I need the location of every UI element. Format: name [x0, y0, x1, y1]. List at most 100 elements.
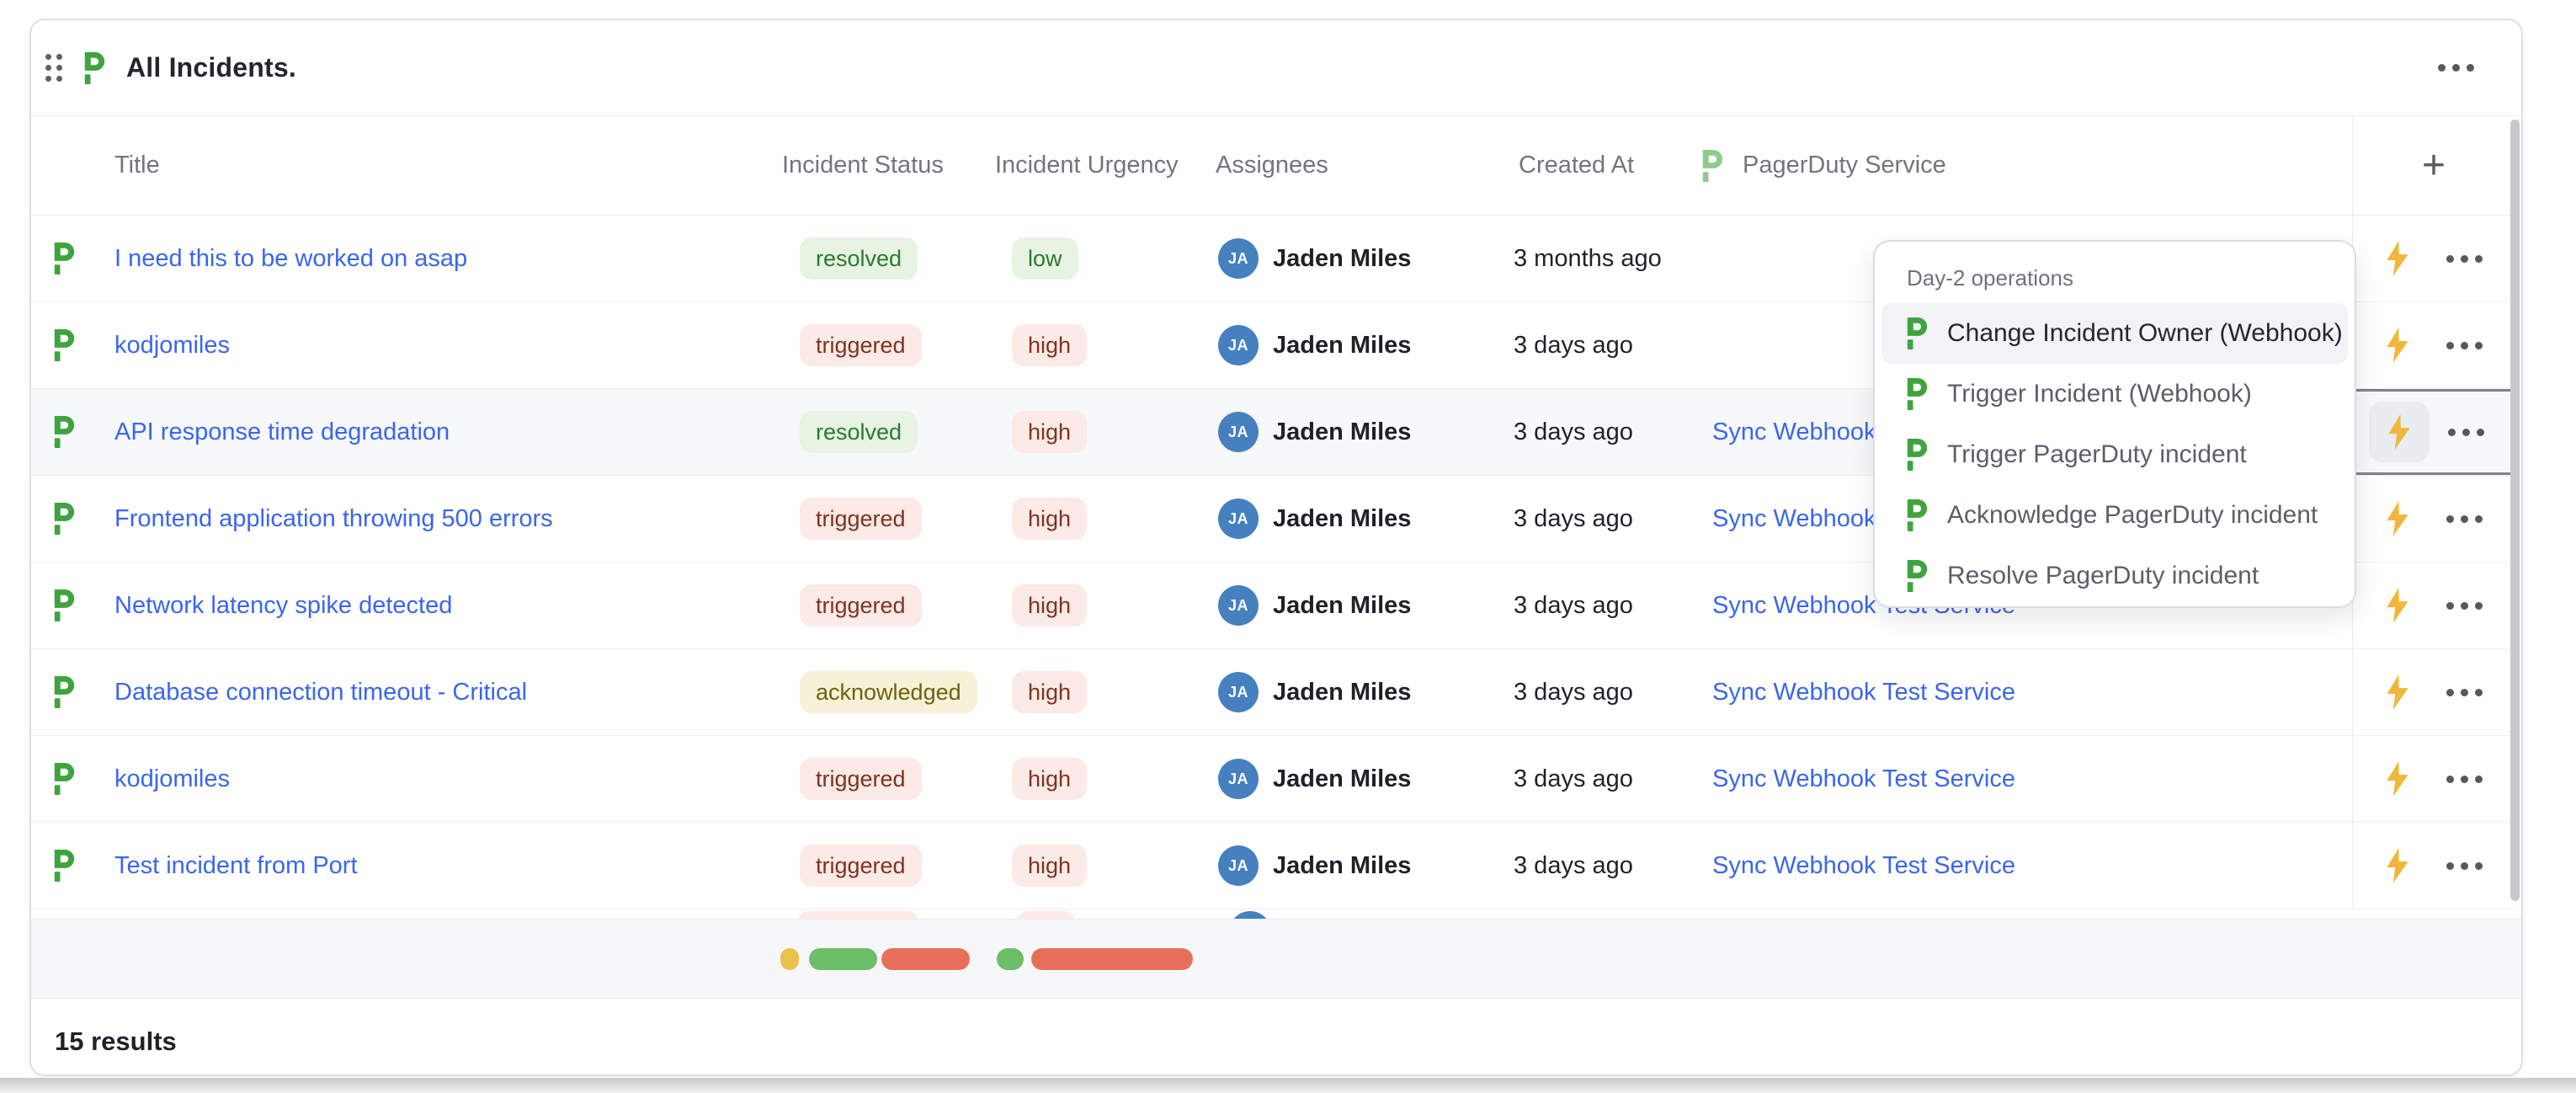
incident-title-link[interactable]: Network latency spike detected	[114, 592, 452, 619]
avatar: JA	[1218, 759, 1259, 799]
avatar: JA	[1218, 845, 1259, 886]
pagerduty-icon	[1903, 317, 1929, 349]
created-at: 3 days ago	[1509, 505, 1694, 533]
loading-pill	[1031, 948, 1193, 970]
column-header-incident-status[interactable]: Incident Status	[780, 152, 995, 179]
column-header-created-at[interactable]: Created At	[1509, 152, 1694, 179]
menu-item-resolve-pagerduty-incident[interactable]: Resolve PagerDuty incident	[1881, 546, 2348, 606]
row-menu-button[interactable]	[2446, 776, 2483, 783]
pagerduty-icon	[51, 850, 76, 882]
table-row[interactable]: Test incident from Port triggered high J…	[31, 823, 2515, 909]
table-row[interactable]: Database connection timeout - Critical a…	[31, 649, 2515, 736]
incident-urgency-badge: high	[1012, 324, 1087, 366]
row-menu-button[interactable]	[2446, 515, 2483, 523]
pagerduty-icon	[1699, 150, 1724, 182]
menu-section-label: Day-2 operations	[1907, 265, 2348, 291]
pagerduty-service-link[interactable]: Sync Webhook Test Service	[1712, 679, 2015, 706]
row-menu-button[interactable]	[2446, 862, 2483, 870]
run-action-button[interactable]	[2367, 315, 2428, 376]
menu-item-trigger-incident-webhook[interactable]: Trigger Incident (Webhook)	[1881, 364, 2348, 424]
assignee-name: Jaden Miles	[1273, 419, 1411, 446]
pagerduty-service-link[interactable]: Sync Webhook Test Service	[1712, 765, 2015, 792]
incident-title-link[interactable]: Frontend application throwing 500 errors	[114, 505, 553, 532]
incident-urgency-badge: high	[1012, 498, 1087, 540]
incident-urgency-badge: low	[1012, 237, 1078, 280]
run-action-button[interactable]	[2367, 228, 2428, 289]
incident-status-badge: triggered	[800, 324, 922, 366]
menu-item-change-incident-owner[interactable]: Change Incident Owner (Webhook)	[1881, 303, 2348, 364]
pagerduty-icon	[1903, 439, 1929, 471]
created-at: 3 days ago	[1509, 679, 1694, 706]
pagerduty-service-link[interactable]: Sync Webhook Test Service	[1712, 852, 2015, 879]
incident-title-link[interactable]: kodjomiles	[114, 765, 230, 792]
widget-title: All Incidents.	[126, 52, 296, 83]
row-menu-button[interactable]	[2446, 342, 2483, 349]
assignee-name: Jaden Miles	[1273, 332, 1411, 360]
incident-status-badge: triggered	[800, 758, 922, 800]
widget-footer: 15 results	[31, 998, 2521, 1076]
pagerduty-icon	[51, 243, 76, 275]
pagerduty-icon	[51, 329, 76, 361]
incident-title-link[interactable]: Database connection timeout - Critical	[114, 679, 527, 706]
drag-handle-icon[interactable]	[45, 54, 62, 82]
run-action-button[interactable]	[2369, 402, 2430, 462]
column-header-assignees[interactable]: Assignees	[1214, 152, 1509, 179]
avatar: JA	[1218, 238, 1259, 279]
incident-urgency-badge: high	[1012, 411, 1087, 453]
column-header-incident-urgency[interactable]: Incident Urgency	[995, 152, 1214, 179]
pagerduty-icon	[1903, 560, 1929, 592]
table-row[interactable]: kodjomiles triggered high JA Jaden Miles…	[31, 736, 2515, 823]
run-action-button[interactable]	[2367, 575, 2428, 636]
assignee-name: Jaden Miles	[1273, 765, 1411, 793]
vertical-scrollbar[interactable]	[2510, 120, 2520, 901]
incident-status-badge: triggered	[800, 584, 922, 626]
avatar: JA	[1218, 672, 1259, 712]
pagerduty-icon	[51, 763, 76, 795]
all-incidents-widget: All Incidents. Title Incident Status Inc…	[29, 19, 2523, 1076]
column-header-pagerduty-service[interactable]: PagerDuty Service	[1694, 150, 2352, 182]
row-menu-button[interactable]	[2448, 429, 2484, 436]
run-action-button[interactable]	[2367, 662, 2428, 722]
pagerduty-icon	[51, 589, 76, 621]
widget-menu-button[interactable]	[2430, 56, 2483, 80]
avatar: JA	[1218, 499, 1259, 539]
avatar: JA	[1218, 585, 1259, 626]
incident-urgency-badge: high	[1012, 758, 1087, 800]
add-column-cell: +	[2352, 116, 2515, 215]
row-menu-button[interactable]	[2446, 689, 2483, 696]
page-bottom-shadow	[0, 1078, 2576, 1093]
loading-pill	[881, 948, 970, 970]
loading-skeleton-row	[31, 919, 2521, 998]
column-header-title[interactable]: Title	[94, 152, 780, 179]
incident-urgency-badge	[1016, 911, 1075, 919]
pagerduty-icon	[51, 676, 76, 708]
assignee-name: Jaden Miles	[1273, 245, 1411, 273]
incident-status-badge: resolved	[800, 237, 918, 280]
avatar: JA	[1218, 325, 1259, 365]
table-header-row: Title Incident Status Incident Urgency A…	[31, 116, 2515, 216]
day2-operations-menu: Day-2 operations Change Incident Owner (…	[1873, 240, 2356, 608]
menu-item-acknowledge-pagerduty-incident[interactable]: Acknowledge PagerDuty incident	[1881, 485, 2348, 546]
add-column-button[interactable]: +	[2422, 146, 2446, 186]
avatar	[1229, 911, 1271, 919]
created-at: 3 days ago	[1509, 332, 1694, 360]
row-menu-button[interactable]	[2446, 602, 2483, 610]
incident-title-link[interactable]: I need this to be worked on asap	[114, 245, 467, 272]
incident-status-badge: triggered	[800, 845, 922, 887]
run-action-button[interactable]	[2367, 488, 2428, 549]
menu-item-trigger-pagerduty-incident[interactable]: Trigger PagerDuty incident	[1881, 424, 2348, 485]
results-count: 15 results	[55, 1026, 177, 1057]
incident-title-link[interactable]: Test incident from Port	[114, 852, 358, 879]
pagerduty-icon	[81, 52, 106, 84]
run-action-button[interactable]	[2367, 749, 2428, 809]
run-action-button[interactable]	[2367, 835, 2428, 896]
created-at: 3 months ago	[1509, 245, 1694, 273]
assignee-name: Jaden Miles	[1273, 592, 1411, 620]
created-at: 3 days ago	[1509, 592, 1694, 620]
partial-table-row	[31, 909, 2521, 919]
created-at: 3 days ago	[1509, 419, 1694, 446]
row-menu-button[interactable]	[2446, 255, 2483, 263]
incident-title-link[interactable]: kodjomiles	[114, 332, 230, 359]
loading-pill	[809, 948, 877, 970]
incident-title-link[interactable]: API response time degradation	[114, 419, 450, 445]
